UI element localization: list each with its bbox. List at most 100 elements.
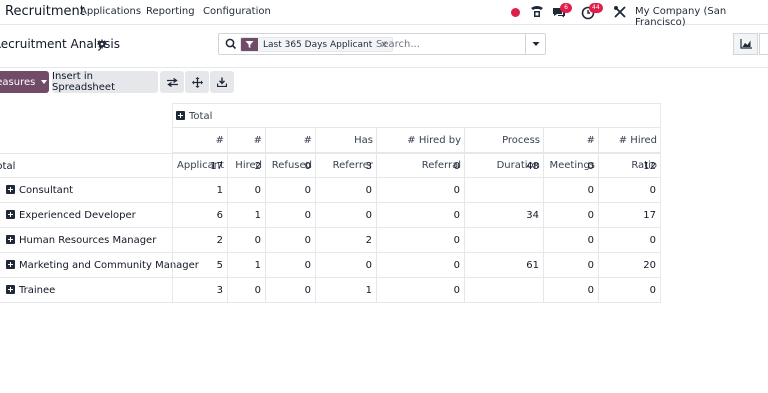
activity-badge: 44 xyxy=(589,3,603,13)
row-header-consultant[interactable]: Consultant xyxy=(0,178,173,203)
phone-icon[interactable] xyxy=(529,4,545,20)
pivot-cell[interactable]: 12 xyxy=(599,153,661,178)
pivot-cell[interactable]: 0 xyxy=(266,178,316,203)
pivot-cell[interactable]: 2 xyxy=(316,228,377,253)
pivot-cell[interactable]: 0 xyxy=(266,153,316,178)
pivot-cell[interactable]: 0 xyxy=(544,228,599,253)
pivot-cell[interactable]: 0 xyxy=(599,278,661,303)
chat-badge: 6 xyxy=(560,3,572,13)
search-icon[interactable] xyxy=(225,38,237,50)
measures-button[interactable]: Measures xyxy=(0,71,49,93)
pivot-cell[interactable]: 0 xyxy=(377,153,465,178)
expand-plus-icon xyxy=(6,235,15,244)
menu-reporting[interactable]: Reporting xyxy=(146,6,195,17)
pivot-cell[interactable]: 0 xyxy=(377,278,465,303)
pivot-view-button[interactable] xyxy=(759,33,768,55)
gear-icon[interactable] xyxy=(97,39,107,49)
search-bar: Last 365 Days Applicant × Search... xyxy=(218,33,546,55)
pivot-cell[interactable]: 0 xyxy=(228,178,266,203)
pivot-cell[interactable] xyxy=(465,278,544,303)
pivot-cell[interactable]: 0 xyxy=(377,178,465,203)
status-dot[interactable] xyxy=(511,8,520,17)
pivot-cell[interactable]: 0 xyxy=(377,203,465,228)
search-input[interactable]: Search... xyxy=(376,39,420,50)
download-button[interactable] xyxy=(210,71,234,93)
top-navbar: Recruitment Applications Reporting Confi… xyxy=(0,0,768,28)
measure-header[interactable]: # Hired Ratio xyxy=(599,128,661,171)
row-label: Consultant xyxy=(19,185,74,196)
row-header-experienced-developer[interactable]: Experienced Developer xyxy=(0,203,173,228)
pivot-cell[interactable]: 1 xyxy=(228,253,266,278)
expand-all-button[interactable] xyxy=(185,71,209,93)
filter-icon xyxy=(241,38,258,51)
pivot-cell[interactable]: 2 xyxy=(172,228,228,253)
measure-header[interactable]: Process Duration xyxy=(465,128,544,171)
pivot-cell[interactable]: 0 xyxy=(228,228,266,253)
measure-header[interactable]: # Hired by Referral xyxy=(377,128,465,171)
pivot-cell[interactable]: 0 xyxy=(544,203,599,228)
row-header-trainee[interactable]: Trainee xyxy=(0,278,173,303)
row-header-marketing-and-community-manager[interactable]: Marketing and Community Manager xyxy=(0,253,199,278)
control-panel: Recruitment Analysis Last 365 Days Appli… xyxy=(0,26,768,68)
pivot-cell[interactable]: 0 xyxy=(266,253,316,278)
pivot-cell[interactable]: 0 xyxy=(377,253,465,278)
pivot-cell[interactable] xyxy=(465,178,544,203)
pivot-cell[interactable]: 48 xyxy=(465,153,544,178)
pivot-cell[interactable]: 0 xyxy=(377,228,465,253)
expand-plus-icon xyxy=(6,210,15,219)
pivot-cell[interactable]: 1 xyxy=(228,203,266,228)
pivot-cell[interactable]: 0 xyxy=(266,203,316,228)
pivot-cell[interactable]: 0 xyxy=(544,278,599,303)
pivot-cell[interactable]: 0 xyxy=(228,278,266,303)
measure-header[interactable]: # Refused xyxy=(266,128,316,171)
menu-applications[interactable]: Applications xyxy=(80,6,141,17)
facet-label: Last 365 Days Applicant xyxy=(263,39,373,50)
pivot-cell[interactable]: 0 xyxy=(266,228,316,253)
pivot-cell[interactable]: 0 xyxy=(544,153,599,178)
pivot-cell[interactable]: 0 xyxy=(266,278,316,303)
pivot-cell[interactable]: 17 xyxy=(599,203,661,228)
pivot-cell[interactable]: 3 xyxy=(172,278,228,303)
company-switcher[interactable]: My Company (San Francisco) xyxy=(635,6,768,28)
pivot-cell[interactable]: 0 xyxy=(544,178,599,203)
pivot-cell[interactable]: 20 xyxy=(599,253,661,278)
pivot-cell[interactable]: 17 xyxy=(172,153,228,178)
app-title[interactable]: Recruitment xyxy=(5,4,85,19)
pivot-cell[interactable]: 5 xyxy=(172,253,228,278)
pivot-cell[interactable]: 0 xyxy=(316,253,377,278)
search-options-toggle[interactable] xyxy=(525,34,545,54)
pivot-cell[interactable]: 1 xyxy=(316,278,377,303)
tools-icon[interactable] xyxy=(612,4,628,20)
caret-down-icon xyxy=(41,80,48,84)
pivot-cell[interactable]: 3 xyxy=(316,153,377,178)
row-label: Trainee xyxy=(19,285,56,296)
measure-header[interactable]: # Hired xyxy=(228,128,266,171)
filter-facet: Last 365 Days Applicant × xyxy=(240,37,393,52)
measure-header[interactable]: # Applicant xyxy=(172,128,228,171)
pivot-cell[interactable]: 0 xyxy=(599,228,661,253)
pivot-cell[interactable]: 0 xyxy=(316,178,377,203)
pivot-cell[interactable]: 1 xyxy=(172,178,228,203)
pivot-cell[interactable]: 2 xyxy=(228,153,266,178)
expand-plus-icon xyxy=(6,260,15,269)
row-header-human-resources-manager[interactable]: Human Resources Manager xyxy=(0,228,173,253)
flip-axis-button[interactable] xyxy=(160,71,184,93)
pivot-cell[interactable]: 34 xyxy=(465,203,544,228)
expand-plus-icon xyxy=(176,111,185,120)
pivot-cell[interactable] xyxy=(465,228,544,253)
menu-configuration[interactable]: Configuration xyxy=(203,6,271,17)
pivot-cell[interactable]: 0 xyxy=(599,178,661,203)
pivot-corner xyxy=(0,103,173,153)
insert-in-spreadsheet-button[interactable]: Insert in Spreadsheet xyxy=(52,71,158,93)
row-label: Experienced Developer xyxy=(19,210,136,221)
pivot-cell[interactable]: 6 xyxy=(172,203,228,228)
measure-header[interactable]: Has Referrer xyxy=(316,128,377,171)
column-header-total[interactable]: Total xyxy=(172,103,661,128)
pivot-cell[interactable]: 0 xyxy=(544,253,599,278)
row-label: Human Resources Manager xyxy=(19,235,157,246)
graph-view-button[interactable] xyxy=(733,33,758,55)
pivot-cell[interactable]: 0 xyxy=(316,203,377,228)
pivot-cell[interactable]: 61 xyxy=(465,253,544,278)
measure-header[interactable]: # Meetings xyxy=(544,128,599,171)
row-header-total[interactable]: Total xyxy=(0,153,173,178)
